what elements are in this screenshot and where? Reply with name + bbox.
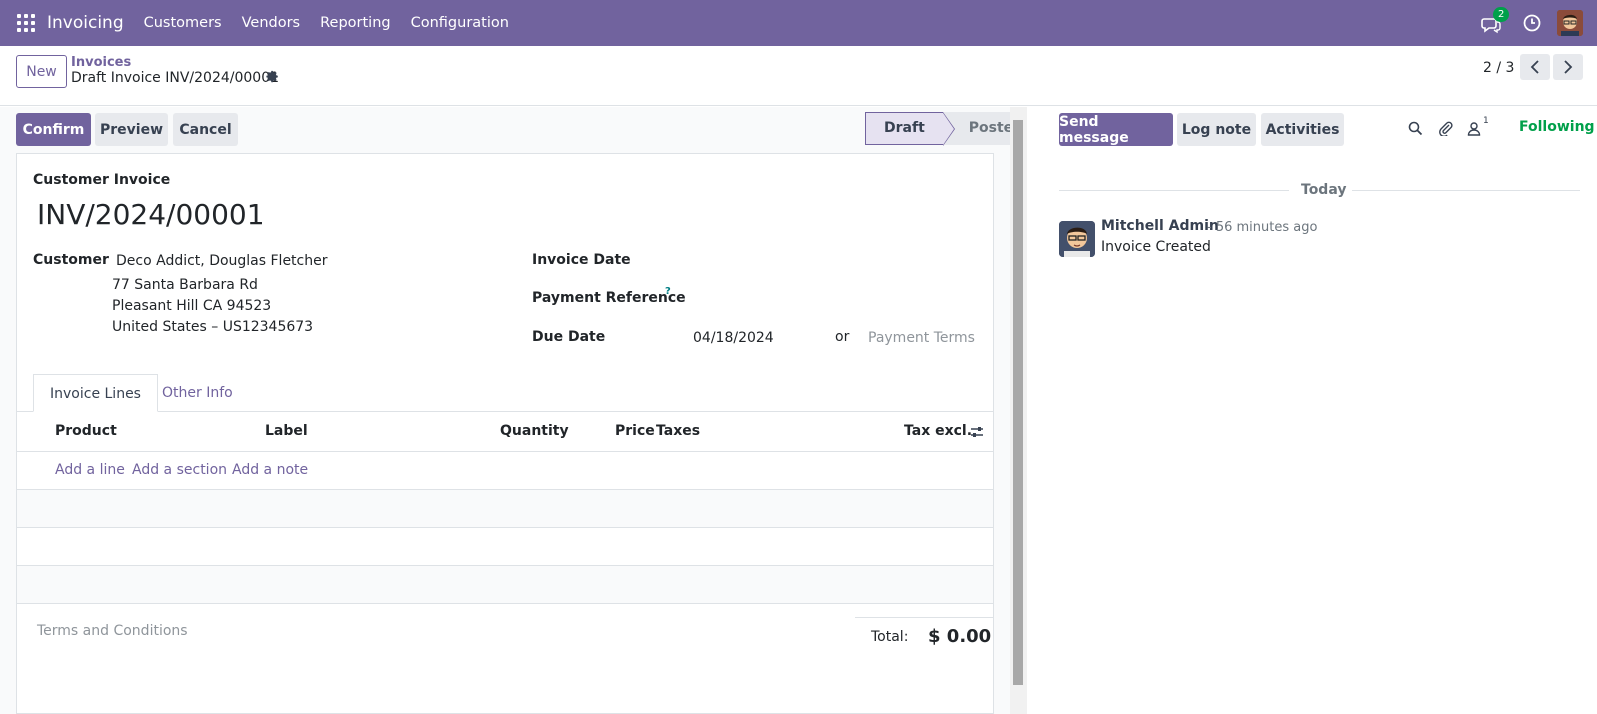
paperclip-icon[interactable] bbox=[1438, 120, 1453, 136]
app-name[interactable]: Invoicing bbox=[47, 13, 124, 33]
column-settings-icon[interactable] bbox=[970, 425, 984, 439]
payment-terms-field[interactable]: Payment Terms bbox=[868, 330, 975, 346]
column-label[interactable]: Label bbox=[265, 423, 308, 439]
control-panel: New Invoices Draft Invoice INV/2024/0000… bbox=[0, 46, 1597, 106]
invoice-date-label: Invoice Date bbox=[532, 252, 631, 268]
customer-label: Customer bbox=[33, 252, 109, 268]
chevron-left-icon bbox=[1530, 60, 1539, 74]
message-author-avatar[interactable] bbox=[1059, 221, 1095, 257]
notebook-tabs: Invoice Lines Other Info bbox=[17, 374, 993, 412]
pager-value[interactable]: 2 / 3 bbox=[1483, 60, 1514, 76]
breadcrumb-current: Draft Invoice INV/2024/00001 bbox=[71, 70, 280, 86]
followers-count: 1 bbox=[1483, 116, 1489, 126]
tab-invoice-lines[interactable]: Invoice Lines bbox=[33, 374, 158, 412]
form-area: Confirm Preview Cancel Draft Posted Cust… bbox=[0, 107, 1040, 714]
search-icon[interactable] bbox=[1408, 121, 1423, 136]
divider bbox=[1352, 190, 1580, 191]
empty-row bbox=[17, 490, 993, 528]
menu-customers[interactable]: Customers bbox=[134, 15, 232, 31]
message-body: Invoice Created bbox=[1101, 239, 1211, 255]
form-sheet: Customer Invoice INV/2024/00001 Customer… bbox=[16, 153, 994, 714]
invoice-name[interactable]: INV/2024/00001 bbox=[37, 198, 265, 231]
chat-badge: 2 bbox=[1493, 7, 1510, 22]
terms-conditions-field[interactable]: Terms and Conditions bbox=[37, 623, 188, 639]
due-date-field[interactable]: 04/18/2024 bbox=[693, 330, 774, 346]
doc-type-label: Customer Invoice bbox=[33, 172, 171, 188]
address-line-3: United States – US12345673 bbox=[112, 319, 314, 335]
add-note-link[interactable]: Add a note bbox=[232, 462, 308, 478]
scroll-thumb[interactable] bbox=[1013, 120, 1023, 685]
new-button[interactable]: New bbox=[16, 55, 67, 88]
address-line-2: Pleasant Hill CA 94523 bbox=[112, 298, 272, 314]
total-box: Total: $ 0.00 bbox=[855, 617, 993, 647]
add-line-row: Add a line Add a section Add a note bbox=[17, 452, 993, 490]
chevron-right-icon bbox=[1564, 60, 1573, 74]
clock-icon[interactable] bbox=[1523, 14, 1541, 32]
total-value: $ 0.00 bbox=[928, 626, 992, 647]
gear-icon[interactable] bbox=[266, 70, 279, 83]
customer-field[interactable]: Deco Addict, Douglas Fletcher bbox=[116, 253, 328, 269]
message-date: - 56 minutes ago bbox=[1207, 220, 1318, 235]
status-draft[interactable]: Draft bbox=[865, 112, 955, 146]
preview-button[interactable]: Preview bbox=[95, 113, 168, 146]
menu-reporting[interactable]: Reporting bbox=[310, 15, 401, 31]
divider bbox=[1059, 190, 1289, 191]
lines-table-header: Product Label Quantity Price Taxes Tax e… bbox=[17, 412, 993, 452]
add-line-link[interactable]: Add a line bbox=[55, 462, 125, 478]
empty-row bbox=[17, 528, 993, 566]
message-author[interactable]: Mitchell Admin bbox=[1101, 218, 1219, 234]
empty-row bbox=[17, 566, 993, 604]
total-label: Total: bbox=[871, 629, 909, 645]
add-section-link[interactable]: Add a section bbox=[132, 462, 227, 478]
chatter-panel: Send message Log note Activities 1 Follo… bbox=[1027, 107, 1597, 714]
activities-button[interactable]: Activities bbox=[1261, 113, 1344, 146]
column-tax-excl[interactable]: Tax excl. bbox=[904, 423, 972, 439]
log-note-button[interactable]: Log note bbox=[1177, 113, 1256, 146]
form-scrollbar[interactable] bbox=[1010, 107, 1027, 714]
following-button[interactable]: Following bbox=[1519, 119, 1595, 135]
or-text: or bbox=[835, 329, 850, 345]
due-date-label: Due Date bbox=[532, 329, 606, 345]
column-taxes[interactable]: Taxes bbox=[656, 423, 700, 439]
menu-vendors[interactable]: Vendors bbox=[232, 15, 311, 31]
apps-menu-icon[interactable] bbox=[17, 14, 35, 32]
breadcrumb-invoices[interactable]: Invoices bbox=[71, 55, 131, 70]
top-navbar: Invoicing Customers Vendors Reporting Co… bbox=[0, 0, 1597, 46]
messaging-button[interactable]: 2 bbox=[1481, 7, 1510, 35]
confirm-button[interactable]: Confirm bbox=[16, 113, 91, 146]
menu-configuration[interactable]: Configuration bbox=[401, 15, 519, 31]
column-product[interactable]: Product bbox=[55, 423, 117, 439]
send-message-button[interactable]: Send message bbox=[1059, 113, 1173, 146]
date-separator: Today bbox=[1301, 182, 1347, 198]
column-price[interactable]: Price bbox=[615, 423, 655, 439]
payment-reference-label: Payment Reference bbox=[532, 290, 686, 306]
pager-next-button[interactable] bbox=[1553, 54, 1583, 80]
address-line-1: 77 Santa Barbara Rd bbox=[112, 277, 258, 293]
column-quantity[interactable]: Quantity bbox=[500, 423, 569, 439]
followers-icon[interactable] bbox=[1467, 121, 1481, 136]
user-avatar[interactable] bbox=[1557, 10, 1583, 36]
tab-other-info[interactable]: Other Info bbox=[146, 374, 249, 412]
pager-previous-button[interactable] bbox=[1520, 54, 1550, 80]
cancel-button[interactable]: Cancel bbox=[173, 113, 238, 146]
help-tooltip-icon[interactable]: ? bbox=[665, 286, 671, 297]
